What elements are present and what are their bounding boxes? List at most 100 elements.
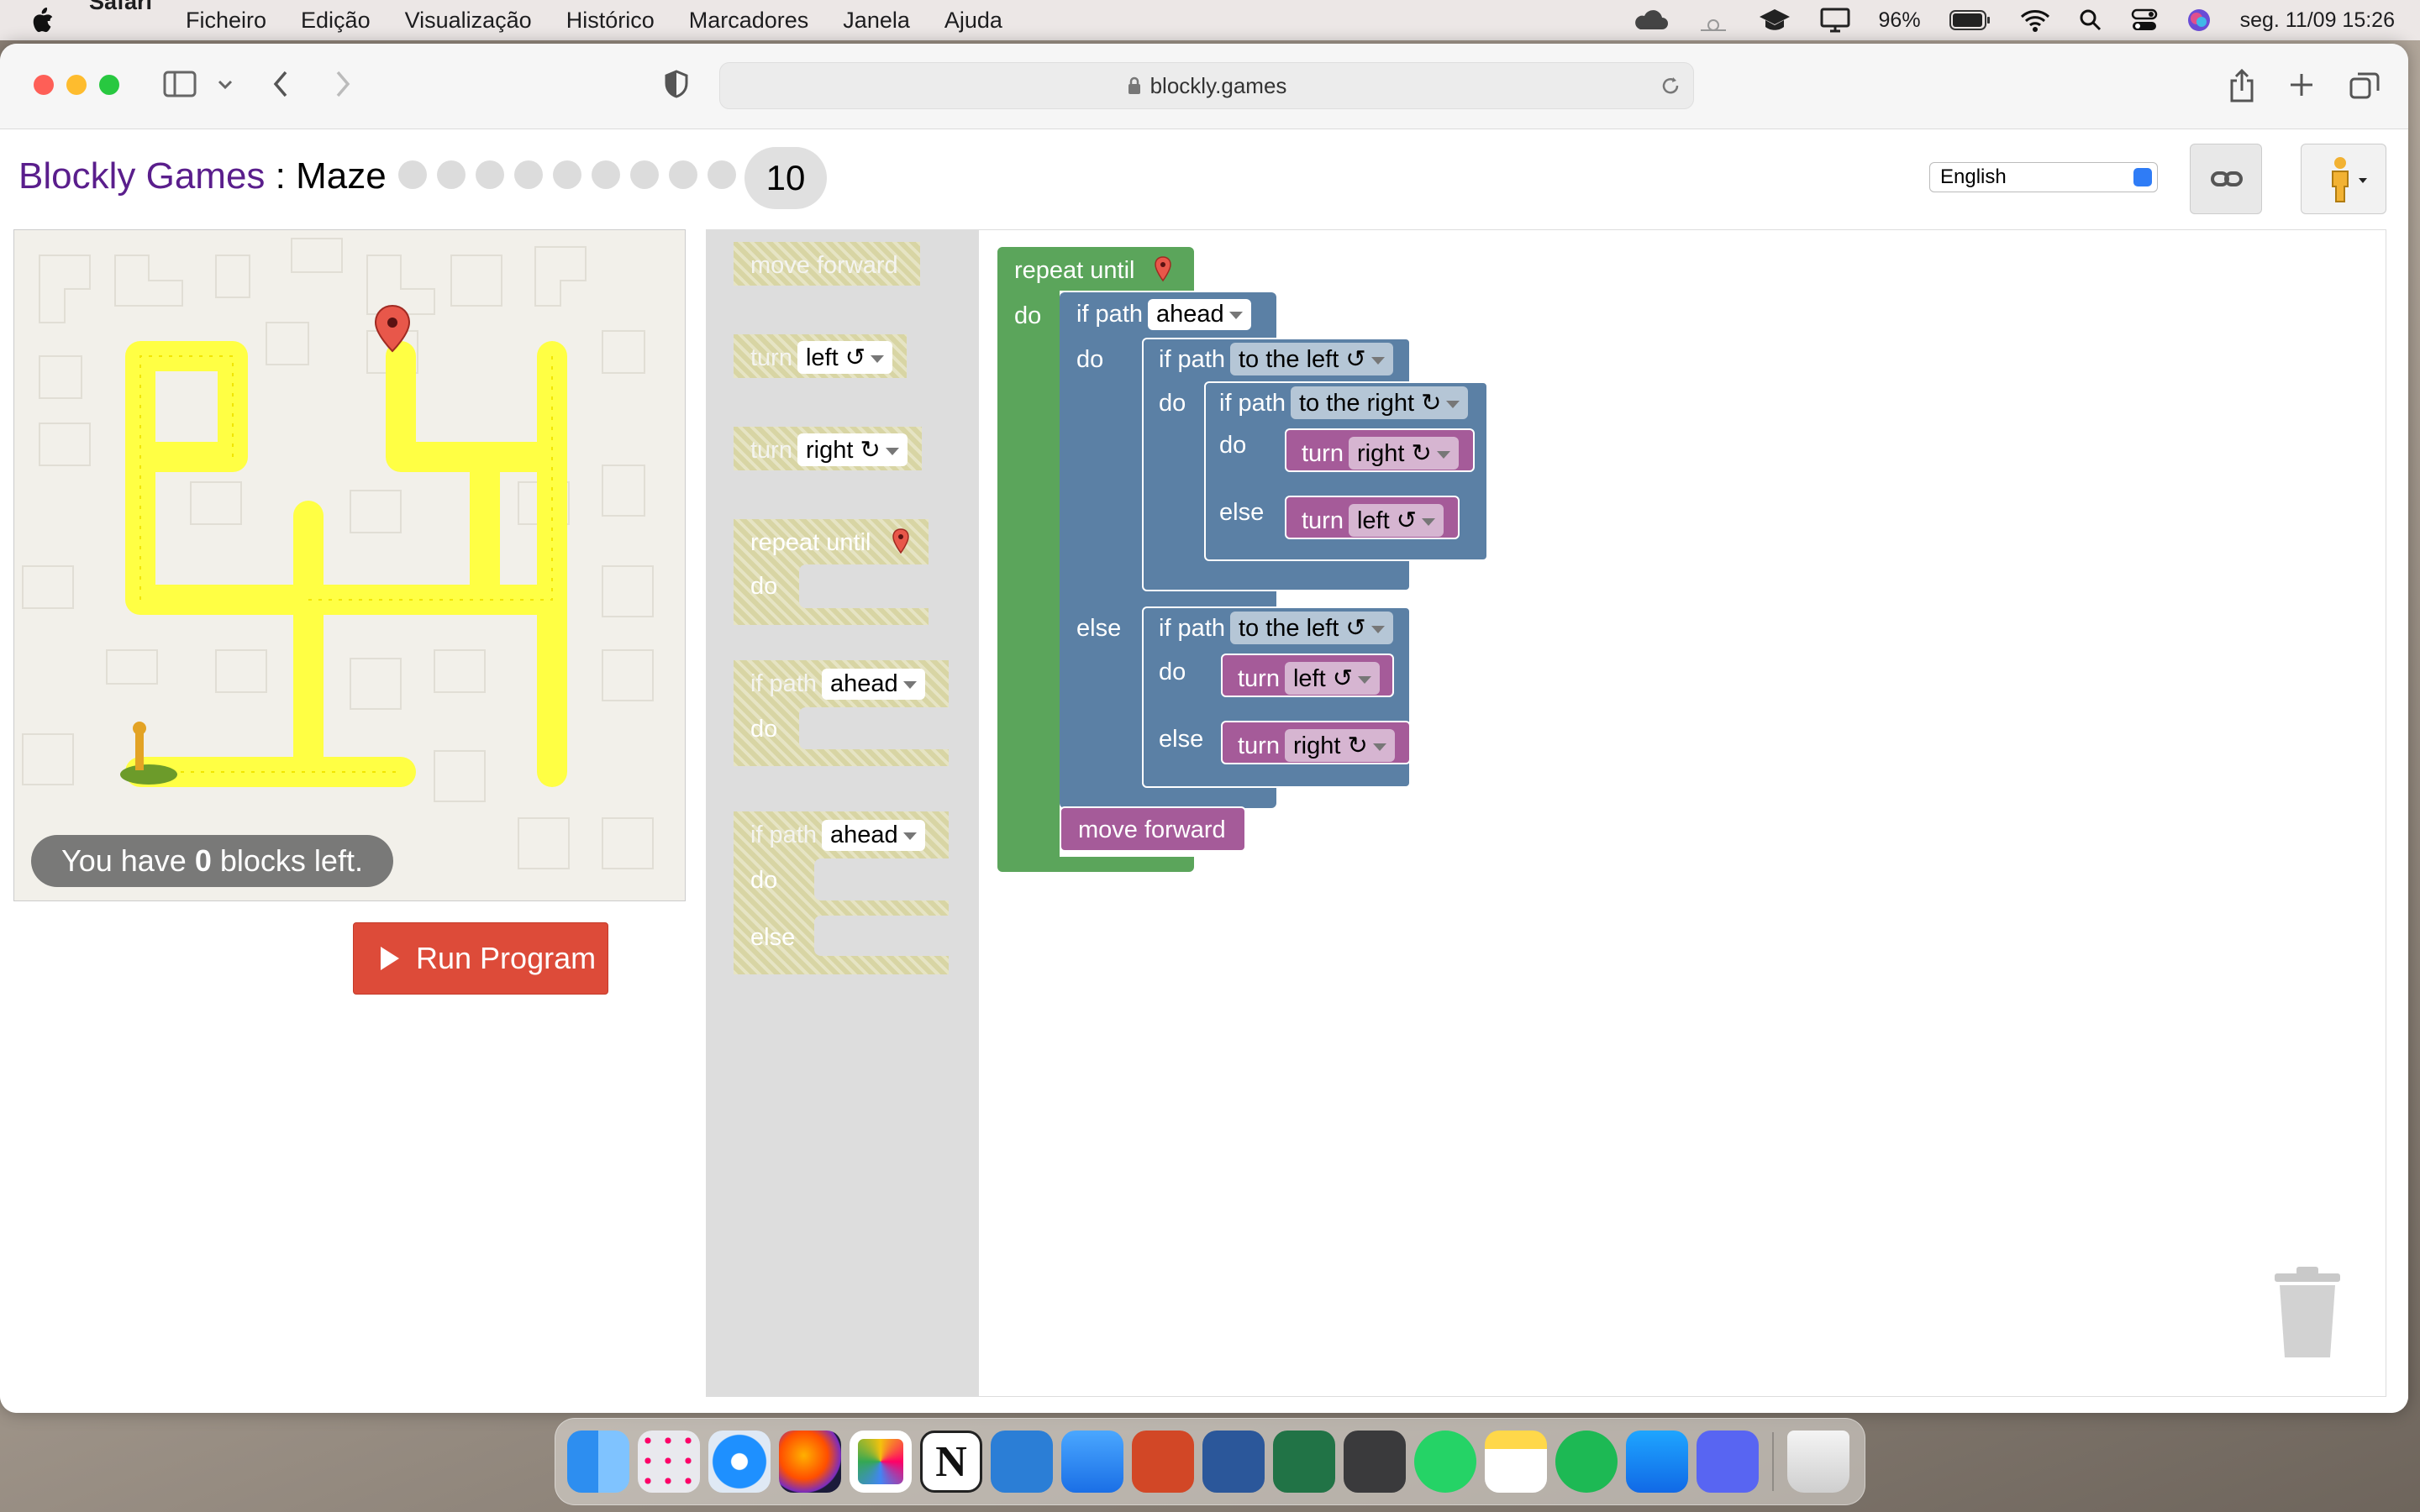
language-select[interactable]: English bbox=[1929, 162, 2158, 192]
turn-left-block-2[interactable]: turn left ↺ bbox=[1221, 654, 1394, 697]
direction-dropdown[interactable]: right ↻ bbox=[1284, 729, 1395, 762]
flyout-if-path-block[interactable]: if path ahead do bbox=[734, 660, 950, 766]
menu-ajuda[interactable]: Ajuda bbox=[944, 8, 1002, 34]
address-bar[interactable]: blockly.games bbox=[719, 62, 1694, 109]
path-dropdown[interactable]: to the right ↻ bbox=[1291, 386, 1469, 419]
level-dot-2[interactable] bbox=[437, 160, 466, 189]
share-icon[interactable] bbox=[2228, 69, 2255, 102]
flyout-if-else-block[interactable]: if path ahead do else bbox=[734, 811, 950, 974]
direction-dropdown[interactable]: left ↺ bbox=[1284, 662, 1381, 695]
path-dropdown[interactable]: to the left ↺ bbox=[1230, 343, 1393, 375]
level-dot-5[interactable] bbox=[553, 160, 581, 189]
block-label: if path bbox=[1159, 615, 1225, 642]
launchpad-app-icon[interactable] bbox=[638, 1431, 700, 1493]
block-label: repeat until bbox=[750, 529, 871, 556]
notion-app-icon[interactable]: N bbox=[920, 1431, 982, 1493]
flyout-move-forward-block[interactable]: move forward bbox=[734, 242, 920, 286]
battery-icon[interactable] bbox=[1949, 9, 1991, 31]
menu-historico[interactable]: Histórico bbox=[566, 8, 655, 34]
current-level-badge[interactable]: 10 bbox=[744, 147, 827, 209]
level-dot-9[interactable] bbox=[708, 160, 736, 189]
finder-app-icon[interactable] bbox=[567, 1431, 629, 1493]
level-dot-7[interactable] bbox=[630, 160, 659, 189]
display-icon[interactable] bbox=[1820, 8, 1850, 33]
path-dropdown[interactable]: ahead bbox=[1148, 299, 1251, 330]
spotify-app-icon[interactable] bbox=[1555, 1431, 1618, 1493]
pegman-button[interactable] bbox=[2301, 144, 2386, 214]
menu-marcadores[interactable]: Marcadores bbox=[689, 8, 809, 34]
lock-icon bbox=[1128, 76, 1140, 94]
level-dot-4[interactable] bbox=[514, 160, 543, 189]
calculator-app-icon[interactable] bbox=[1344, 1431, 1406, 1493]
dropdown-value: to the left ↺ bbox=[1239, 346, 1366, 373]
word-app-icon[interactable] bbox=[1202, 1431, 1265, 1493]
forward-icon[interactable] bbox=[329, 69, 355, 99]
path-dropdown[interactable]: ahead bbox=[822, 820, 925, 851]
firefox-app-icon[interactable] bbox=[779, 1431, 841, 1493]
dropdown-value: to the left ↺ bbox=[1239, 615, 1366, 642]
photos-app-icon[interactable] bbox=[850, 1431, 912, 1493]
direction-dropdown[interactable]: left ↺ bbox=[1348, 504, 1444, 537]
reload-icon[interactable] bbox=[1660, 75, 1681, 97]
chevron-down-icon bbox=[1370, 625, 1385, 633]
menu-janela[interactable]: Janela bbox=[843, 8, 910, 34]
icloud-icon[interactable] bbox=[1632, 9, 1669, 31]
wifi-icon[interactable] bbox=[2020, 8, 2050, 32]
siri-icon[interactable] bbox=[2186, 8, 2212, 33]
block-label: if path bbox=[750, 670, 817, 697]
run-program-button[interactable]: Run Program bbox=[353, 922, 608, 995]
notes-app-icon[interactable] bbox=[1485, 1431, 1547, 1493]
search-icon[interactable] bbox=[2079, 8, 2102, 32]
safari-app-icon[interactable] bbox=[708, 1431, 771, 1493]
path-dropdown[interactable]: to the left ↺ bbox=[1230, 612, 1393, 644]
privacy-shield-icon[interactable] bbox=[664, 69, 689, 99]
move-forward-block[interactable]: move forward bbox=[1060, 806, 1246, 852]
level-dot-1[interactable] bbox=[398, 160, 427, 189]
block-label: turn bbox=[750, 344, 792, 371]
turn-right-block-2[interactable]: turn right ↻ bbox=[1221, 721, 1411, 764]
vscode-app-icon[interactable] bbox=[991, 1431, 1053, 1493]
brand-link[interactable]: Blockly Games bbox=[18, 155, 265, 197]
turn-left-block[interactable]: turn left ↺ bbox=[1285, 496, 1460, 539]
app-store-app-icon[interactable] bbox=[1626, 1431, 1688, 1493]
block-header: if path ahead bbox=[1076, 299, 1251, 330]
level-dot-3[interactable] bbox=[476, 160, 504, 189]
new-tab-icon[interactable] bbox=[2289, 72, 2314, 97]
close-window-button[interactable] bbox=[34, 75, 54, 95]
sidebar-icon[interactable] bbox=[163, 69, 197, 99]
block-label: do bbox=[1219, 432, 1247, 459]
menu-visualizacao[interactable]: Visualização bbox=[405, 8, 532, 34]
level-dot-6[interactable] bbox=[592, 160, 620, 189]
apple-icon[interactable] bbox=[30, 7, 55, 34]
dock-separator bbox=[1772, 1432, 1774, 1491]
turn-right-block[interactable]: turn right ↻ bbox=[1285, 428, 1475, 472]
zoom-window-button[interactable] bbox=[99, 75, 119, 95]
control-center-icon[interactable] bbox=[2131, 8, 2158, 32]
excel-app-icon[interactable] bbox=[1273, 1431, 1335, 1493]
powerpoint-app-icon[interactable] bbox=[1132, 1431, 1194, 1493]
direction-dropdown[interactable]: right ↻ bbox=[1348, 437, 1459, 470]
link-button[interactable] bbox=[2190, 144, 2262, 214]
direction-dropdown[interactable]: left ↺ bbox=[797, 341, 893, 374]
minimize-window-button[interactable] bbox=[66, 75, 87, 95]
back-icon[interactable] bbox=[269, 69, 294, 99]
flyout-turn-left-block[interactable]: turn left ↺ bbox=[734, 334, 907, 378]
weather-icon[interactable] bbox=[1697, 8, 1729, 32]
level-dot-8[interactable] bbox=[669, 160, 697, 189]
blockly-workspace[interactable]: move forward turn left ↺ turn right ↻ repe… bbox=[706, 229, 2386, 1397]
chevron-down-icon[interactable] bbox=[217, 79, 234, 91]
flyout-repeat-until-block[interactable]: repeat until do bbox=[734, 519, 934, 625]
direction-dropdown[interactable]: right ↻ bbox=[797, 433, 908, 466]
mail-app-icon[interactable] bbox=[1061, 1431, 1123, 1493]
trash-icon[interactable] bbox=[2270, 1265, 2345, 1361]
path-dropdown[interactable]: ahead bbox=[822, 669, 925, 700]
block-label: else bbox=[1159, 726, 1204, 753]
menu-edicao[interactable]: Edição bbox=[301, 8, 371, 34]
trash-app-icon[interactable] bbox=[1787, 1431, 1849, 1493]
whatsapp-app-icon[interactable] bbox=[1414, 1431, 1476, 1493]
menu-ficheiro[interactable]: Ficheiro bbox=[186, 8, 266, 34]
discord-app-icon[interactable] bbox=[1697, 1431, 1759, 1493]
tab-overview-icon[interactable] bbox=[2349, 71, 2380, 99]
flyout-turn-right-block[interactable]: turn right ↻ bbox=[734, 427, 922, 470]
graduation-cap-icon[interactable] bbox=[1758, 7, 1791, 34]
